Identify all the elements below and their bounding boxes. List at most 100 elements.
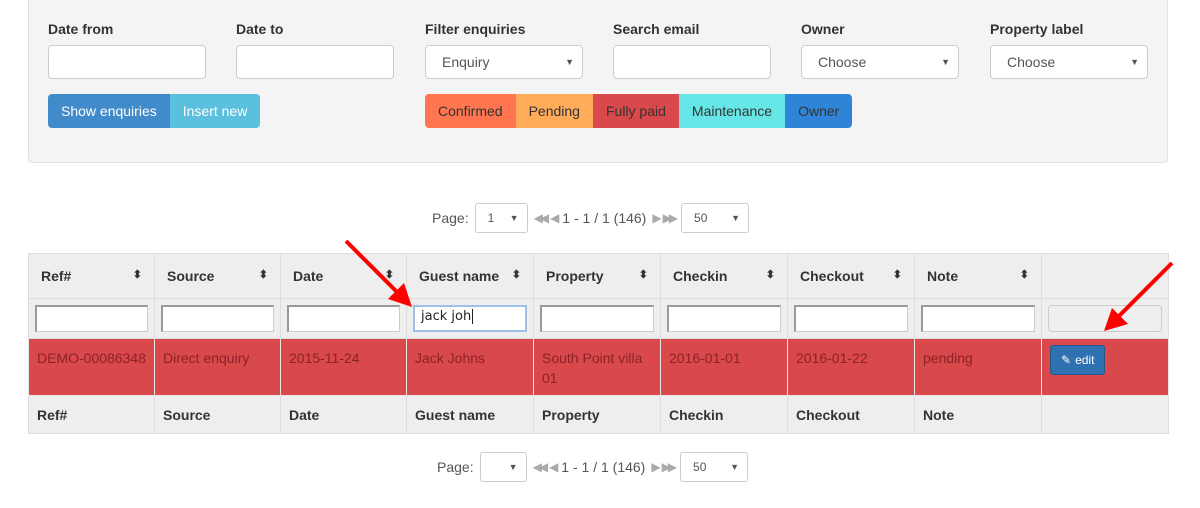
filter-ref-input[interactable] bbox=[35, 305, 148, 332]
footer-label-checkin: Checkin bbox=[660, 395, 788, 434]
pager-top: Page: 1 ▼ ◀◀ ◀ 1 - 1 / 1 (146) ▶ ▶▶ 50 ▼ bbox=[432, 203, 750, 233]
footer-label-guest-name: Guest name bbox=[406, 395, 534, 434]
page-select[interactable]: ▼ bbox=[479, 452, 527, 482]
caret-down-icon: ▼ bbox=[509, 213, 519, 223]
sort-icon: ⬍ bbox=[765, 269, 775, 281]
filter-checkin-input[interactable] bbox=[667, 305, 781, 332]
column-header-source[interactable]: Source ⬍ bbox=[154, 253, 281, 299]
pager-info: 1 - 1 / 1 (146) bbox=[561, 459, 646, 475]
per-page-select[interactable]: 50 ▼ bbox=[681, 203, 750, 233]
date-to-input[interactable] bbox=[236, 45, 394, 79]
owner-group: Owner Choose ▼ bbox=[801, 21, 959, 79]
search-email-group: Search email bbox=[613, 21, 771, 79]
date-to-group: Date to bbox=[236, 21, 394, 79]
legend-owner-button[interactable]: Owner bbox=[785, 94, 853, 128]
edit-label: edit bbox=[1075, 353, 1095, 367]
column-header-ref[interactable]: Ref# ⬍ bbox=[28, 253, 155, 299]
status-legend: Confirmed Pending Fully paid Maintenance… bbox=[425, 94, 853, 128]
filter-guest-name-input[interactable]: jack joh bbox=[413, 305, 527, 332]
sort-icon: ⬍ bbox=[638, 269, 648, 281]
per-page-value: 50 bbox=[693, 460, 707, 474]
text-cursor bbox=[472, 309, 474, 324]
footer-label-actions bbox=[1041, 395, 1169, 434]
column-header-label: Note bbox=[927, 268, 959, 284]
filter-guest-name-value: jack joh bbox=[421, 309, 472, 324]
footer-label-property: Property bbox=[533, 395, 661, 434]
action-buttons: Show enquiries Insert new bbox=[48, 94, 261, 128]
date-from-input[interactable] bbox=[48, 45, 206, 79]
search-email-label: Search email bbox=[613, 21, 700, 37]
footer-label-source: Source bbox=[154, 395, 281, 434]
filter-actions-input bbox=[1048, 305, 1162, 332]
filter-source-input[interactable] bbox=[161, 305, 274, 332]
column-header-property[interactable]: Property ⬍ bbox=[533, 253, 661, 299]
owner-label: Owner bbox=[801, 21, 845, 37]
column-header-label: Checkout bbox=[800, 268, 864, 284]
prev-page-icon[interactable]: ◀ bbox=[550, 211, 559, 225]
footer-label-ref: Ref# bbox=[28, 395, 155, 434]
pager-info: 1 - 1 / 1 (146) bbox=[562, 210, 647, 226]
filter-checkout-input[interactable] bbox=[794, 305, 908, 332]
page-value: 1 bbox=[487, 211, 495, 225]
column-header-note[interactable]: Note ⬍ bbox=[914, 253, 1042, 299]
cell-guest-name: Jack Johns bbox=[406, 338, 534, 396]
column-header-guest-name[interactable]: Guest name ⬍ bbox=[406, 253, 534, 299]
first-page-icon[interactable]: ◀◀ bbox=[534, 211, 550, 225]
legend-confirmed-button[interactable]: Confirmed bbox=[425, 94, 516, 128]
search-email-input[interactable] bbox=[613, 45, 771, 79]
column-header-checkin[interactable]: Checkin ⬍ bbox=[660, 253, 788, 299]
owner-value: Choose bbox=[818, 54, 867, 70]
insert-new-button[interactable]: Insert new bbox=[169, 94, 261, 128]
caret-down-icon: ▼ bbox=[565, 57, 574, 67]
caret-down-icon: ▼ bbox=[508, 462, 518, 472]
column-header-label: Guest name bbox=[419, 268, 500, 284]
sort-icon: ⬍ bbox=[1019, 269, 1029, 281]
date-to-label: Date to bbox=[236, 21, 284, 37]
filter-note-input[interactable] bbox=[921, 305, 1035, 332]
filter-property-input[interactable] bbox=[540, 305, 654, 332]
last-page-icon[interactable]: ▶▶ bbox=[663, 211, 679, 225]
filter-enquiries-select[interactable]: Enquiry ▼ bbox=[425, 45, 583, 79]
filter-row: jack joh bbox=[28, 298, 1169, 339]
filter-panel: Date from Date to Filter enquiries Enqui… bbox=[28, 0, 1168, 163]
cell-property: South Point villa 01 bbox=[533, 338, 661, 396]
next-page-icon[interactable]: ▶ bbox=[651, 460, 660, 474]
per-page-select[interactable]: 50 ▼ bbox=[680, 452, 749, 482]
column-header-actions bbox=[1041, 253, 1169, 299]
column-header-label: Ref# bbox=[41, 268, 72, 284]
cell-source: Direct enquiry bbox=[154, 338, 281, 396]
cell-note: pending bbox=[914, 338, 1042, 396]
filter-date-input[interactable] bbox=[287, 305, 400, 332]
column-header-label: Source bbox=[167, 268, 215, 284]
property-label-group: Property label Choose ▼ bbox=[990, 21, 1148, 79]
column-header-label: Property bbox=[546, 268, 604, 284]
page-select[interactable]: 1 ▼ bbox=[474, 203, 528, 233]
pager-bottom: Page: ▼ ◀◀ ◀ 1 - 1 / 1 (146) ▶ ▶▶ 50 ▼ bbox=[437, 452, 749, 482]
last-page-icon[interactable]: ▶▶ bbox=[662, 460, 678, 474]
owner-select[interactable]: Choose ▼ bbox=[801, 45, 959, 79]
sort-icon: ⬍ bbox=[511, 269, 521, 281]
property-label-select[interactable]: Choose ▼ bbox=[990, 45, 1148, 79]
column-header-date[interactable]: Date ⬍ bbox=[280, 253, 407, 299]
sort-icon: ⬍ bbox=[384, 269, 394, 281]
sort-icon: ⬍ bbox=[258, 269, 268, 281]
next-page-icon[interactable]: ▶ bbox=[652, 211, 661, 225]
edit-button[interactable]: ✎ edit bbox=[1050, 345, 1106, 375]
prev-page-icon[interactable]: ◀ bbox=[549, 460, 558, 474]
legend-pending-button[interactable]: Pending bbox=[515, 94, 593, 128]
first-page-icon[interactable]: ◀◀ bbox=[533, 460, 549, 474]
table-row[interactable]: DEMO-00086348 Direct enquiry 2015-11-24 … bbox=[28, 338, 1169, 396]
caret-down-icon: ▼ bbox=[730, 462, 740, 472]
property-label-label: Property label bbox=[990, 21, 1084, 37]
show-enquiries-button[interactable]: Show enquiries bbox=[48, 94, 170, 128]
column-header-label: Checkin bbox=[673, 268, 728, 284]
legend-fully-paid-button[interactable]: Fully paid bbox=[592, 94, 679, 128]
property-label-value: Choose bbox=[1007, 54, 1056, 70]
caret-down-icon: ▼ bbox=[731, 213, 741, 223]
column-header-checkout[interactable]: Checkout ⬍ bbox=[787, 253, 915, 299]
footer-row: Ref# Source Date Guest name Property Che… bbox=[28, 395, 1169, 434]
caret-down-icon: ▼ bbox=[941, 57, 950, 67]
pager-label: Page: bbox=[432, 210, 469, 226]
header-row: Ref# ⬍ Source ⬍ Date ⬍ Guest name ⬍ Property… bbox=[28, 253, 1169, 299]
legend-maintenance-button[interactable]: Maintenance bbox=[678, 94, 786, 128]
